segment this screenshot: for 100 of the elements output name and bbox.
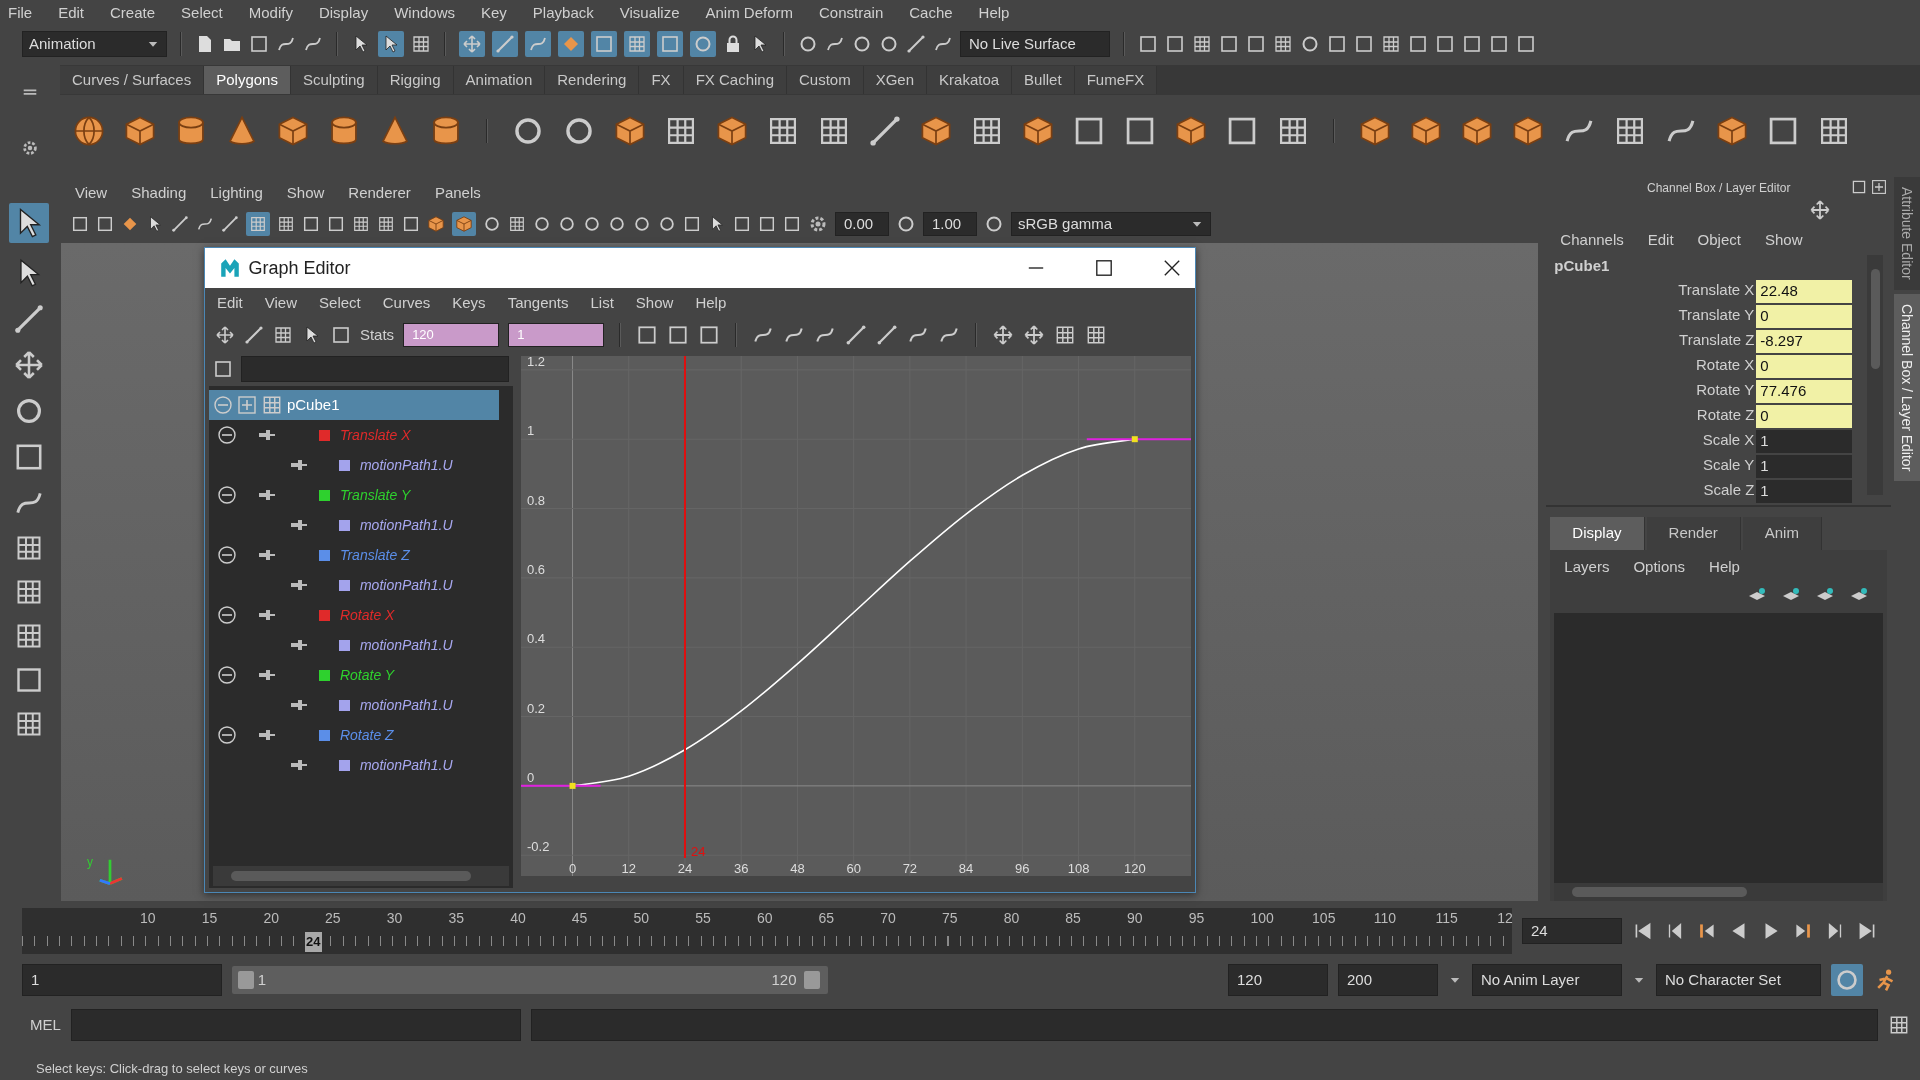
square-icon[interactable] bbox=[1851, 179, 1867, 195]
move-icon[interactable] bbox=[992, 324, 1015, 346]
range-handle[interactable] bbox=[238, 971, 254, 989]
channel-label[interactable]: Rotate Y bbox=[1546, 379, 1757, 404]
square-icon[interactable] bbox=[401, 215, 420, 233]
menu-item[interactable]: Help bbox=[695, 291, 727, 315]
circle-icon[interactable] bbox=[557, 215, 576, 233]
channel-value-field[interactable]: 77.476 bbox=[1756, 380, 1853, 403]
menu-item[interactable]: Help bbox=[1709, 555, 1740, 579]
playback-end-field[interactable]: 120 bbox=[1228, 964, 1328, 996]
channel-value-field[interactable]: 22.48 bbox=[1756, 280, 1853, 303]
square-icon[interactable] bbox=[782, 215, 801, 233]
circle-icon[interactable] bbox=[657, 215, 676, 233]
cube-icon[interactable] bbox=[123, 114, 157, 148]
menu-item[interactable]: Select bbox=[181, 2, 223, 25]
square-icon[interactable] bbox=[682, 215, 701, 233]
menu-item[interactable]: Show bbox=[635, 291, 674, 315]
circle-icon[interactable] bbox=[798, 34, 818, 54]
maximize-icon[interactable] bbox=[1094, 259, 1113, 277]
cube-icon[interactable] bbox=[919, 114, 953, 148]
collapse-icon[interactable] bbox=[216, 425, 237, 445]
square-icon[interactable] bbox=[1462, 34, 1482, 54]
channel-label[interactable]: Translate Y bbox=[1546, 304, 1757, 329]
horizontal-scrollbar[interactable] bbox=[1554, 883, 1883, 901]
channel-value-field[interactable]: 1 bbox=[1756, 430, 1853, 453]
grid-icon[interactable] bbox=[1192, 34, 1212, 54]
menu-item[interactable]: Edit bbox=[1647, 228, 1674, 252]
cube-icon[interactable] bbox=[1021, 114, 1055, 148]
grid-icon[interactable] bbox=[507, 215, 526, 233]
vertical-scrollbar[interactable] bbox=[1867, 255, 1883, 495]
menu-item[interactable]: File bbox=[8, 2, 33, 25]
cube-icon[interactable] bbox=[1409, 114, 1443, 148]
line-icon[interactable] bbox=[170, 215, 189, 233]
menu-item[interactable]: Options bbox=[1633, 555, 1686, 579]
command-input-field[interactable] bbox=[70, 1009, 521, 1041]
menu-item[interactable]: Cache bbox=[909, 2, 953, 25]
move-icon[interactable] bbox=[1023, 324, 1046, 346]
filter-field[interactable] bbox=[240, 356, 509, 382]
channel-label[interactable]: Translate Z bbox=[1546, 329, 1757, 354]
menu-item[interactable]: Display bbox=[318, 2, 369, 25]
shelf-tab[interactable]: Sculpting bbox=[290, 65, 378, 95]
cube-icon[interactable] bbox=[715, 114, 749, 148]
graph-view[interactable]: -0.2 0 0.2 0.4 0.6 0.8 1 1.2 0 12 24 36 48 60 72 84 96 108 120 24 bbox=[520, 356, 1191, 876]
collapse-icon[interactable] bbox=[216, 725, 237, 745]
current-time-field[interactable]: 24 bbox=[1522, 918, 1622, 944]
line-icon[interactable] bbox=[243, 325, 264, 345]
curve-label[interactable]: motionPath1.U bbox=[359, 634, 453, 656]
cursor-icon[interactable] bbox=[8, 203, 49, 243]
curve-label[interactable]: motionPath1.U bbox=[359, 454, 453, 476]
square-icon[interactable] bbox=[249, 34, 269, 54]
shelf-tab[interactable]: Bullet bbox=[1012, 65, 1075, 95]
menu-item[interactable]: Playback bbox=[532, 2, 594, 25]
circle-icon[interactable] bbox=[879, 34, 899, 54]
square-icon[interactable] bbox=[326, 215, 345, 233]
shelf-tab[interactable]: Rigging bbox=[377, 65, 454, 95]
channel-value-field[interactable]: 0 bbox=[1756, 405, 1853, 428]
gear-icon[interactable] bbox=[21, 138, 39, 157]
line-icon[interactable] bbox=[868, 114, 902, 148]
cube-icon[interactable] bbox=[426, 215, 445, 233]
cube-icon[interactable] bbox=[1358, 114, 1392, 148]
color-space-dropdown[interactable]: sRGB gamma bbox=[1010, 212, 1211, 236]
end-time-field[interactable]: 200 bbox=[1338, 964, 1438, 996]
channel-value-field[interactable]: 1 bbox=[1756, 455, 1853, 478]
curve-label[interactable]: motionPath1.U bbox=[359, 514, 453, 536]
square-icon[interactable] bbox=[95, 215, 114, 233]
collapse-icon[interactable] bbox=[216, 545, 237, 565]
cube-icon[interactable] bbox=[1715, 114, 1749, 148]
tangent-handle[interactable] bbox=[520, 784, 602, 787]
square-icon[interactable] bbox=[70, 215, 89, 233]
cube-icon[interactable] bbox=[1511, 114, 1545, 148]
playhead[interactable]: 24 bbox=[305, 932, 322, 952]
channel-value-field[interactable]: -8.297 bbox=[1756, 330, 1853, 353]
menu-item[interactable]: Show bbox=[1764, 228, 1803, 252]
circle-icon[interactable] bbox=[607, 215, 626, 233]
channel-label[interactable]: Scale X bbox=[1546, 429, 1757, 454]
menu-item[interactable]: Tangents bbox=[507, 291, 569, 315]
channel-label[interactable]: Rotate Y bbox=[339, 664, 395, 686]
gamma-field[interactable]: 1.00 bbox=[922, 212, 977, 236]
menu-item[interactable]: Visualize bbox=[619, 2, 680, 25]
grid-icon[interactable] bbox=[411, 34, 431, 54]
square-icon[interactable] bbox=[1516, 34, 1536, 54]
square-icon[interactable] bbox=[212, 359, 233, 379]
shelf-tab[interactable]: FX bbox=[639, 65, 684, 95]
sphere-icon[interactable] bbox=[72, 114, 106, 148]
cube-icon[interactable] bbox=[1460, 114, 1494, 148]
circle-icon[interactable] bbox=[852, 34, 872, 54]
menu-item[interactable]: Select bbox=[319, 291, 361, 315]
grid-icon[interactable] bbox=[1273, 34, 1293, 54]
channel-value-field[interactable]: 0 bbox=[1756, 305, 1853, 328]
grid-icon[interactable] bbox=[351, 215, 370, 233]
move-icon[interactable] bbox=[214, 325, 235, 345]
grid-icon[interactable] bbox=[276, 215, 295, 233]
square-icon[interactable] bbox=[1246, 34, 1266, 54]
grid-icon[interactable] bbox=[376, 215, 395, 233]
square-icon[interactable] bbox=[1354, 34, 1374, 54]
square-icon[interactable] bbox=[1435, 34, 1455, 54]
panel-menu-item[interactable]: Renderer bbox=[348, 181, 411, 205]
circle-icon[interactable] bbox=[632, 215, 651, 233]
character-set-field[interactable]: No Character Set bbox=[1656, 964, 1821, 996]
line-icon[interactable] bbox=[845, 324, 868, 346]
